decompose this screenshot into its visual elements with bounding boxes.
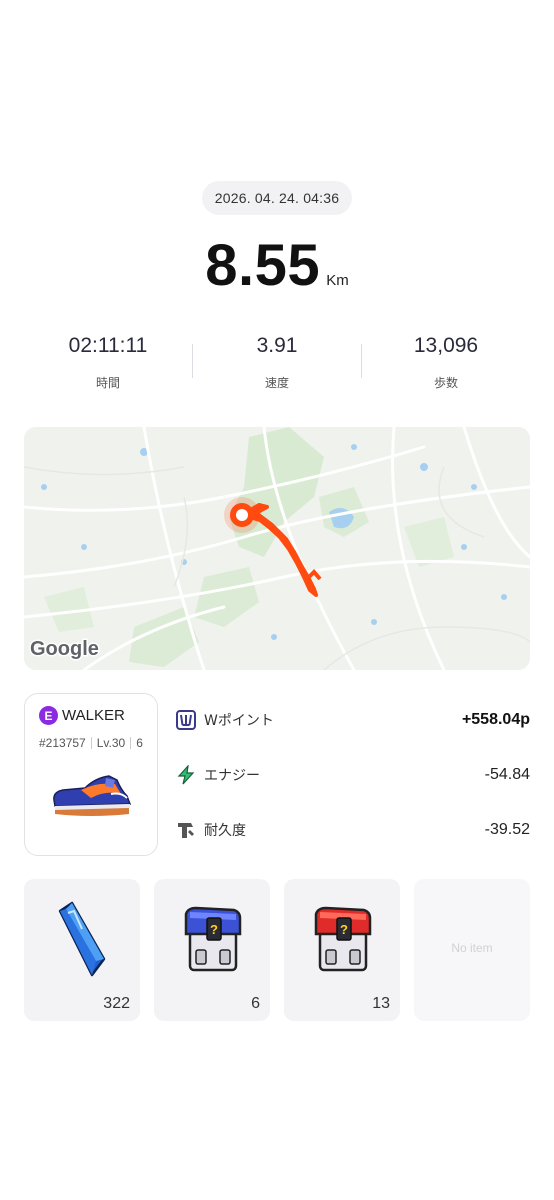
stat-speed-value: 3.91 (256, 334, 298, 357)
meta-divider (130, 737, 132, 749)
result-value: -39.52 (484, 821, 530, 838)
meta-divider (90, 737, 92, 749)
distance-value: 8.55 (205, 233, 321, 298)
item-count: 13 (372, 995, 390, 1012)
stat-time-value: 02:11:11 (68, 334, 148, 357)
walker-title: WALKER (62, 707, 125, 724)
stat-time-label: 時間 (95, 376, 120, 390)
item-empty-slot: No item (414, 879, 530, 1021)
svg-text:?: ? (340, 922, 348, 937)
start-marker-icon (236, 509, 248, 521)
stat-speed: 3.91 速度 (193, 334, 361, 394)
result-row-durability: 耐久度 -39.52 (176, 813, 530, 847)
walker-meta: #213757 Lv.30 6 (39, 736, 143, 750)
walker-extra: 6 (136, 736, 143, 750)
stat-steps: 13,096 歩数 (362, 334, 530, 394)
w-point-icon (176, 710, 196, 730)
google-attribution: Google (30, 638, 99, 660)
item-blue-box[interactable]: ? 6 (154, 879, 270, 1021)
activity-stats: 02:11:11 時間 3.91 速度 13,096 歩数 (24, 334, 530, 394)
stat-steps-label: 歩数 (433, 376, 458, 390)
energy-bolt-icon (176, 765, 196, 785)
item-red-box[interactable]: ? 13 (284, 879, 400, 1021)
blue-gem-icon (24, 879, 140, 999)
distance-display: 8.55 Km (0, 232, 554, 299)
walker-level: Lv.30 (96, 736, 126, 750)
svg-text:?: ? (210, 922, 218, 937)
walker-id: #213757 (39, 736, 86, 750)
stat-speed-label: 速度 (264, 376, 289, 390)
stat-time: 02:11:11 時間 (24, 334, 192, 394)
result-value: +558.04p (461, 711, 530, 728)
result-row-wpoint: Wポイント +558.04p (176, 703, 530, 737)
result-name: 耐久度 (204, 823, 246, 839)
item-count: 322 (103, 995, 130, 1012)
durability-icon (176, 820, 196, 840)
sneaker-icon (51, 770, 133, 824)
result-value: -54.84 (484, 766, 530, 783)
route-map[interactable]: Google (24, 427, 530, 670)
item-gem[interactable]: 322 (24, 879, 140, 1021)
result-name: エナジー (204, 768, 260, 784)
item-count: 6 (251, 995, 260, 1012)
walker-e-badge-icon: E (39, 706, 58, 725)
result-row-energy: エナジー -54.84 (176, 758, 530, 792)
result-name: Wポイント (204, 713, 274, 729)
distance-unit: Km (326, 272, 349, 289)
no-item-label: No item (451, 941, 493, 955)
walker-header: E WALKER (39, 706, 125, 725)
activity-date-pill: 2026. 04. 24. 04:36 (202, 181, 352, 215)
red-mystery-box-icon: ? (284, 879, 400, 999)
stat-steps-value: 13,096 (413, 334, 479, 357)
reward-results: Wポイント +558.04p エナジー -54.84 耐久度 -39.52 (176, 703, 530, 868)
reward-items: 322 ? 6 ? 13 No item (24, 879, 530, 1021)
map-canvas: Google (24, 427, 530, 670)
walker-card[interactable]: E WALKER #213757 Lv.30 6 (24, 693, 158, 856)
blue-mystery-box-icon: ? (154, 879, 270, 999)
